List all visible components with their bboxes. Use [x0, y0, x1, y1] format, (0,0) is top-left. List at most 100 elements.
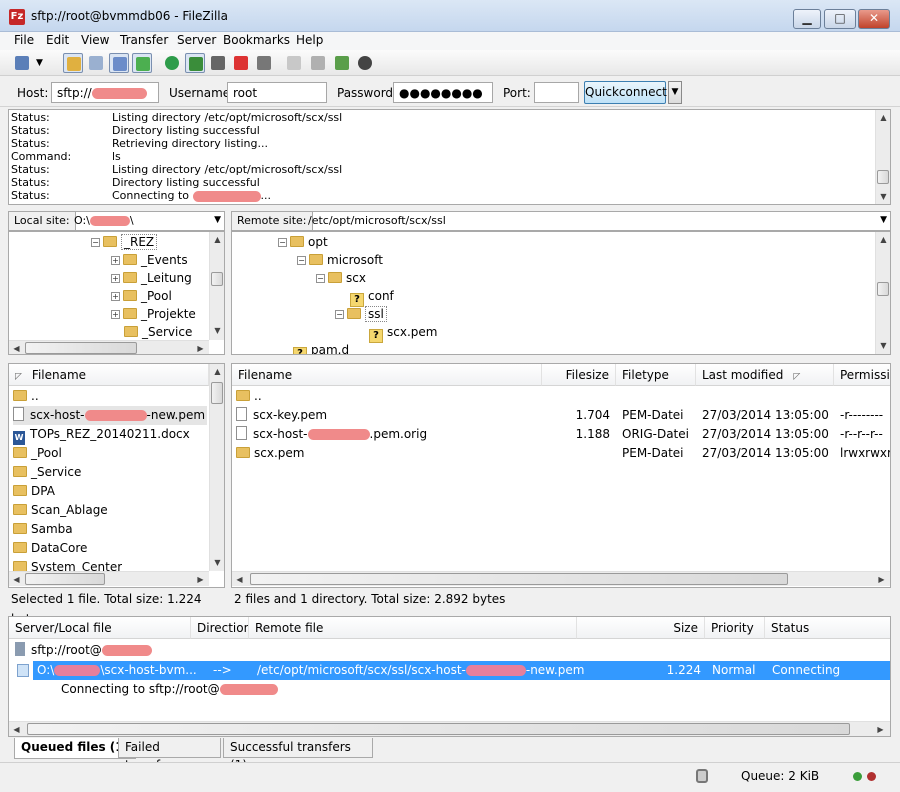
table-row[interactable]: scx-key.pem 1.704 PEM-Datei 27/03/2014 1… [236, 406, 883, 425]
close-button[interactable]: ✕ [858, 9, 890, 29]
local-tree-hscroll[interactable]: ◀ ▶ [9, 340, 209, 354]
remote-site-path[interactable]: /etc/opt/microsoft/scx/ssl [308, 214, 446, 227]
list-item[interactable]: System_Center [13, 558, 122, 571]
queue-priority-column-header[interactable]: Priority [705, 617, 765, 639]
local-tree-vscroll[interactable]: ▲ ▼ [209, 232, 224, 340]
upload-led-icon [853, 772, 862, 781]
folder-icon [13, 466, 27, 477]
chevron-down-icon[interactable]: ▼ [214, 215, 221, 225]
queue-remote-column-header[interactable]: Remote file [249, 617, 577, 639]
tree-node[interactable]: _Service [124, 323, 192, 341]
scroll-down-icon[interactable]: ▼ [876, 189, 890, 204]
menu-bookmarks[interactable]: Bookmarks [223, 33, 290, 47]
remote-filesize-column-header[interactable]: Filesize [542, 364, 616, 386]
port-input[interactable] [534, 82, 579, 103]
maximize-button[interactable]: □ [824, 9, 856, 29]
tree-node[interactable]: − ssl [335, 305, 387, 323]
local-filename-column-header[interactable]: ◸ Filename [9, 364, 209, 386]
scroll-thumb[interactable] [877, 170, 889, 184]
menu-edit[interactable]: Edit [46, 33, 69, 47]
compare-directories-icon[interactable] [332, 53, 352, 73]
toggle-transfer-queue-icon[interactable] [132, 53, 152, 73]
remote-site-bar[interactable]: Remote site: /etc/opt/microsoft/scx/ssl … [231, 211, 891, 231]
tab-failed-transfers[interactable]: Failed transfers [118, 738, 221, 772]
remote-tree-vscroll[interactable]: ▲ ▼ [875, 232, 890, 354]
directory-filter-icon[interactable] [284, 53, 304, 73]
menu-transfer[interactable]: Transfer [120, 33, 168, 47]
scroll-up-icon[interactable]: ▲ [876, 110, 890, 125]
list-item[interactable]: DPA [13, 482, 55, 501]
username-input[interactable]: root [227, 82, 327, 103]
menu-view[interactable]: View [81, 33, 109, 47]
queue-local-column-header[interactable]: Server/Local file [9, 617, 191, 639]
folder-icon [347, 308, 361, 319]
queue-hscroll[interactable]: ◀ ▶ [9, 721, 890, 736]
disconnect-icon[interactable] [231, 53, 251, 73]
tree-node[interactable]: + _Events [111, 251, 188, 269]
queue-direction-column-header[interactable]: Direction [191, 617, 249, 639]
redacted-server [192, 190, 261, 202]
remote-filetype-column-header[interactable]: Filetype [616, 364, 696, 386]
folder-icon [123, 254, 137, 265]
quickconnect-history-dropdown[interactable]: ▼ [668, 81, 682, 104]
minimize-button[interactable]: ▁ [793, 9, 821, 29]
list-item[interactable]: Samba [13, 520, 73, 539]
chevron-down-icon[interactable]: ▼ [880, 215, 887, 225]
cancel-operation-icon[interactable] [208, 53, 228, 73]
queue-size-column-header[interactable]: Size [577, 617, 705, 639]
tree-node[interactable]: + _Leitung [111, 269, 192, 287]
tree-node[interactable]: + _Projekte [111, 305, 196, 323]
local-list-hscroll[interactable]: ◀ ▶ [9, 571, 209, 586]
tree-node[interactable]: − opt [278, 233, 328, 251]
toggle-message-log-icon[interactable] [63, 53, 83, 73]
remote-list-hscroll[interactable]: ◀ ▶ [232, 571, 890, 586]
tab-successful-transfers[interactable]: Successful transfers (1) [223, 738, 373, 772]
queue-item-row[interactable]: O:\ \scx-host-bvm... --> /etc/opt/microso… [17, 661, 890, 680]
menu-help[interactable]: Help [296, 33, 323, 47]
toggle-local-tree-icon[interactable] [86, 53, 106, 73]
list-item[interactable]: W TOPs_REZ_20140211.docx [13, 425, 190, 445]
remote-permissions-column-header[interactable]: Permissio [834, 364, 890, 386]
search-remote-files-icon[interactable] [355, 53, 375, 73]
queue-status-column-header[interactable]: Status [765, 617, 890, 639]
site-manager-icon[interactable] [12, 53, 32, 73]
local-file-list: ◸ Filename .. scx-host- -new.pem W TOPs_REZ… [8, 363, 225, 588]
tree-node[interactable]: − scx [316, 269, 366, 287]
remote-filename-column-header[interactable]: Filename [232, 364, 542, 386]
folder-icon [13, 390, 27, 401]
table-row[interactable]: .. [236, 387, 876, 406]
remote-modified-column-header[interactable]: Last modified ◸ [696, 364, 834, 386]
tree-node[interactable]: ? pam.d [293, 341, 349, 354]
tree-node[interactable]: + _Pool [111, 287, 172, 305]
list-item[interactable]: DataCore [13, 539, 87, 558]
filezilla-app-icon: Fz [9, 9, 25, 25]
tree-node[interactable]: ? conf [350, 287, 394, 307]
collapse-icon: − [335, 310, 344, 319]
table-row[interactable]: scx-host- .pem.orig 1.188 ORIG-Datei 27/0… [236, 425, 883, 444]
list-item[interactable]: scx-host- -new.pem [13, 406, 207, 425]
table-row[interactable]: scx.pem PEM-Datei 27/03/2014 13:05:00 lr… [236, 444, 890, 463]
host-input[interactable]: sftp:// [51, 82, 159, 103]
local-site-bar[interactable]: Local site: O:\ \ ▼ [8, 211, 225, 231]
log-scrollbar[interactable]: ▲ ▼ [875, 110, 890, 204]
tree-node[interactable]: ? scx.pem [369, 323, 437, 343]
list-item[interactable]: Scan_Ablage [13, 501, 108, 520]
site-manager-dropdown-icon[interactable]: ▼ [36, 53, 50, 73]
local-site-path[interactable]: O:\ \ [74, 214, 134, 227]
list-item[interactable]: .. [13, 387, 39, 406]
menu-file[interactable]: File [14, 33, 34, 47]
quickconnect-button[interactable]: Quickconnect [584, 81, 667, 104]
tree-node[interactable]: − _REZ [91, 233, 158, 251]
reconnect-icon[interactable] [254, 53, 274, 73]
menu-server[interactable]: Server [177, 33, 216, 47]
toggle-sync-browsing-icon[interactable] [308, 53, 328, 73]
process-queue-icon[interactable] [185, 53, 205, 73]
list-item[interactable]: _Service [13, 463, 81, 482]
password-input[interactable]: ●●●●●●●● [393, 82, 493, 103]
tree-node[interactable]: − microsoft [297, 251, 383, 269]
toggle-remote-tree-icon[interactable] [109, 53, 129, 73]
list-item[interactable]: _Pool [13, 444, 62, 463]
local-list-vscroll[interactable]: ▲ ▼ [209, 364, 224, 571]
queue-server-row[interactable]: sftp://root@ [15, 641, 152, 660]
refresh-icon[interactable] [162, 53, 182, 73]
